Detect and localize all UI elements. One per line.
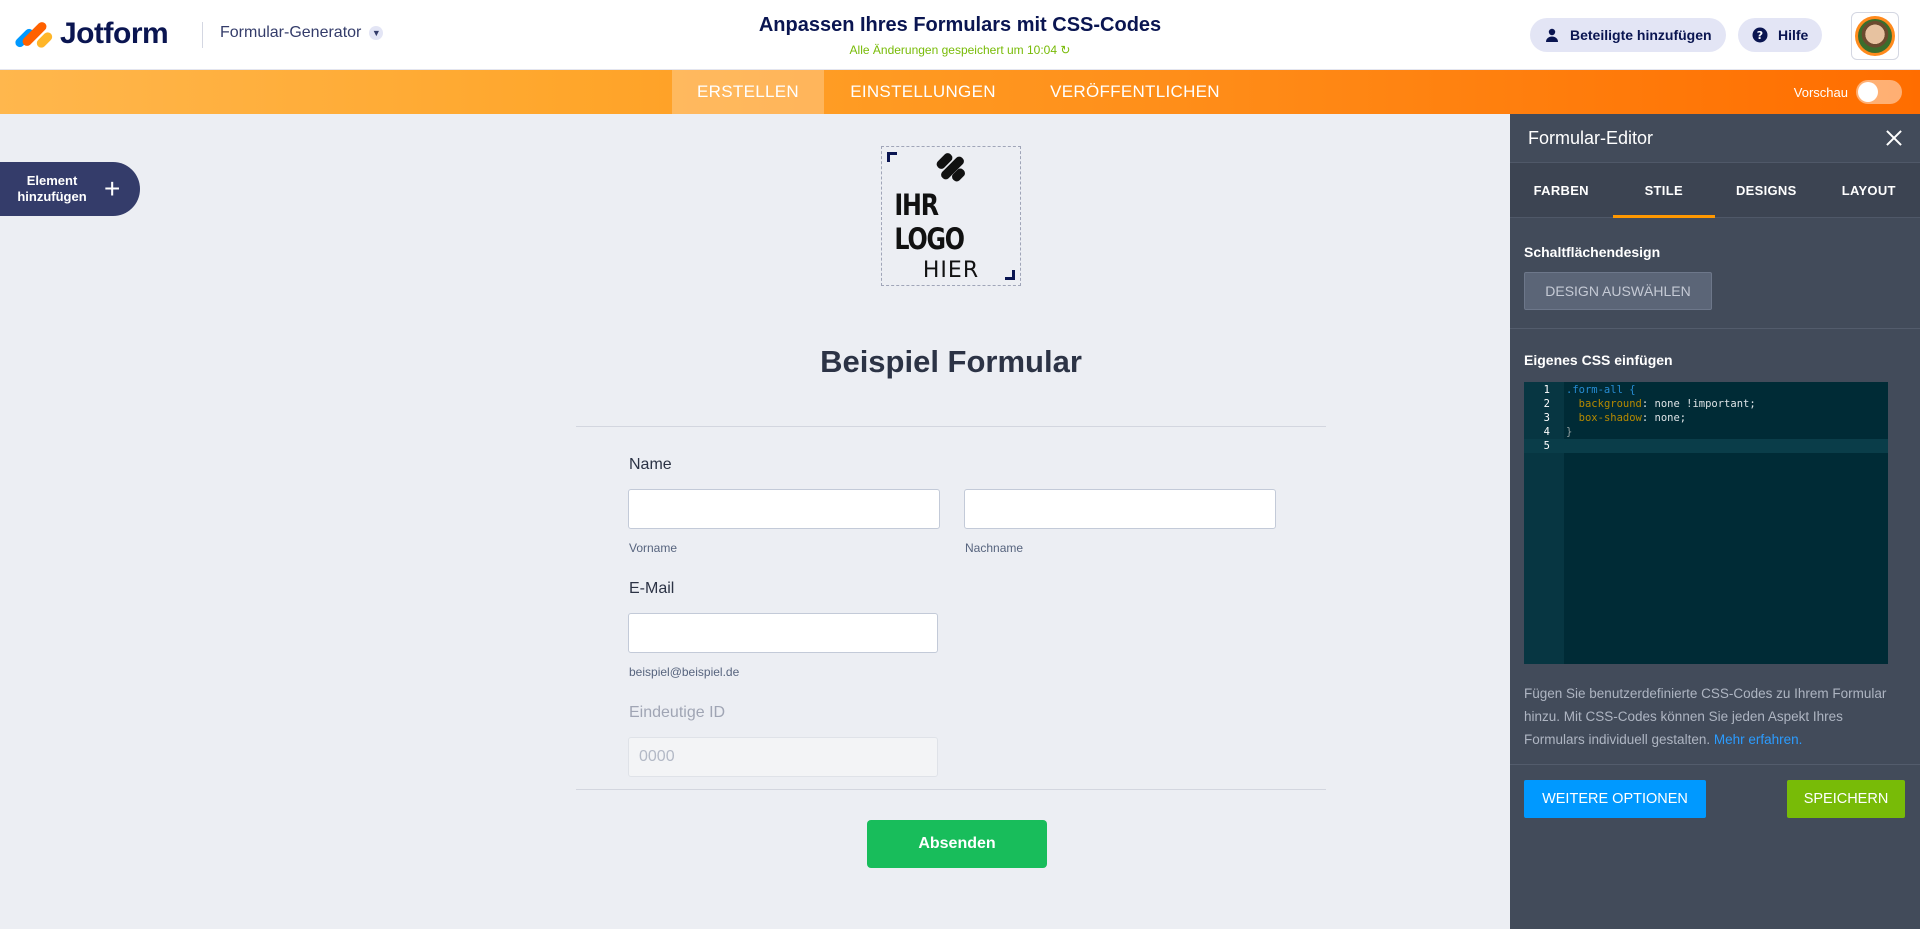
logo-text-line1: IHR LOGO [894,187,965,256]
form-title-area: Anpassen Ihres Formulars mit CSS-Codes A… [660,14,1260,57]
tab-layout[interactable]: LAYOUT [1818,163,1920,217]
tab-colors[interactable]: FARBEN [1510,163,1613,217]
plus-icon: + [104,173,121,204]
tab-styles[interactable]: STILE [1612,163,1716,218]
builder-menu-dropdown[interactable]: Formular-Generator ▼ [220,24,384,42]
css-code-editor[interactable]: 1 .form-all { 2 background: none !importa… [1524,382,1888,664]
divider [202,22,203,48]
save-button[interactable]: SPEICHERN [1787,780,1905,818]
help-button[interactable]: ? Hilfe [1738,18,1823,52]
code-line: 3 box-shadow: none; [1543,412,1687,424]
email-sublabel: beispiel@beispiel.de [629,665,740,679]
panel-title: Formular-Editor [1528,127,1654,148]
add-element-label: Element hinzufügen [17,173,87,204]
unique-id-value: 0000 [639,748,675,765]
more-options-button[interactable]: WEITERE OPTIONEN [1524,780,1706,818]
tab-settings[interactable]: EINSTELLUNGEN [824,70,1022,114]
avatar [1855,16,1895,56]
user-avatar-button[interactable] [1851,12,1899,60]
unique-id-input: 0000 [628,737,938,777]
tab-themes[interactable]: DESIGNS [1715,163,1818,217]
learn-more-link[interactable]: Mehr erfahren. [1714,732,1803,747]
code-line: 2 background: none !important; [1543,398,1756,410]
button-design-title: Schaltflächendesign [1524,244,1661,260]
divider [1510,764,1920,765]
panel-tabs: FARBEN STILE DESIGNS LAYOUT [1510,162,1920,218]
add-element-button[interactable]: Element hinzufügen + [0,162,140,216]
help-icon: ? [1752,27,1768,43]
panel-header: Formular-Editor [1510,114,1920,162]
custom-css-title: Eigenes CSS einfügen [1524,352,1673,368]
builder-nav: ERSTELLEN EINSTELLUNGEN VERÖFFENTLICHEN … [0,70,1920,114]
last-name-input[interactable] [964,489,1276,529]
jotform-logo-icon [13,19,55,50]
saved-status-text: Alle Änderungen gespeichert um 10:04 [849,43,1058,57]
logo-placeholder[interactable]: IHR LOGO HIER [881,146,1021,286]
form-designer-panel: Formular-Editor FARBEN STILE DESIGNS LAY… [1510,114,1920,929]
preview-toggle[interactable] [1856,80,1902,104]
submit-button[interactable]: Absenden [867,820,1047,868]
top-bar: Jotform Formular-Generator ▼ Anpassen Ih… [0,0,1920,70]
saved-status: Alle Änderungen gespeichert um 10:04 ↻ [660,43,1260,57]
divider [576,426,1326,427]
jotform-logo[interactable]: Jotform [13,16,169,52]
close-icon[interactable] [1882,126,1906,150]
divider [576,789,1326,790]
form-heading[interactable]: Beispiel Formular [576,344,1326,380]
preview-label: Vorschau [1793,84,1848,100]
preview-control: Vorschau [1794,70,1902,114]
chevron-down-icon: ▼ [369,26,384,40]
form-title[interactable]: Anpassen Ihres Formulars mit CSS-Codes [660,14,1260,37]
email-label: E-Mail [629,580,675,597]
invite-collaborators-button[interactable]: Beteiligte hinzufügen [1530,18,1726,52]
invite-label: Beteiligte hinzufügen [1570,27,1712,43]
code-line: 4} [1543,426,1573,438]
first-name-input[interactable] [628,489,940,529]
tab-publish[interactable]: VERÖFFENTLICHEN [1022,70,1248,114]
divider [1510,328,1920,329]
code-line-current: 5 [1524,439,1888,453]
tab-create[interactable]: ERSTELLEN [672,70,824,114]
unique-id-label: Eindeutige ID [629,704,726,721]
brand-name: Jotform [60,17,169,50]
last-name-sublabel: Nachname [965,541,1024,555]
svg-text:?: ? [1757,29,1763,42]
refresh-icon: ↻ [1060,43,1071,57]
help-label: Hilfe [1778,27,1809,43]
name-label: Name [629,456,672,473]
logo-text-line2: HIER [922,257,980,283]
email-input[interactable] [628,613,938,653]
code-line: 1 .form-all { [1543,384,1636,396]
help-text: Fügen Sie benutzerdefinierte CSS-Codes z… [1524,686,1887,747]
select-design-button[interactable]: DESIGN AUSWÄHLEN [1524,272,1712,310]
custom-css-help: Fügen Sie benutzerdefinierte CSS-Codes z… [1524,682,1904,751]
builder-menu-label: Formular-Generator [220,24,362,41]
logo-mark-icon [934,150,968,184]
first-name-sublabel: Vorname [629,541,678,555]
user-icon [1544,27,1560,43]
